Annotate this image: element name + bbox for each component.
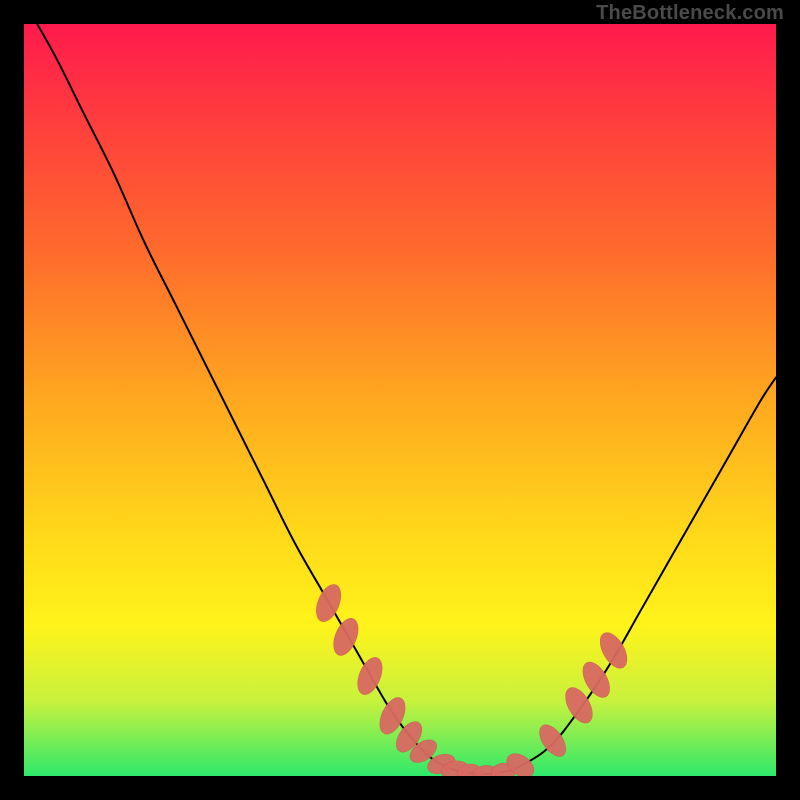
stage: TheBottleneck.com	[0, 0, 800, 800]
watermark-text: TheBottleneck.com	[596, 2, 784, 25]
plot-area	[24, 24, 776, 776]
bottleneck-curve	[24, 24, 776, 774]
curve-layer	[24, 24, 776, 776]
curve-marker	[311, 581, 345, 625]
curve-marker	[353, 654, 387, 698]
